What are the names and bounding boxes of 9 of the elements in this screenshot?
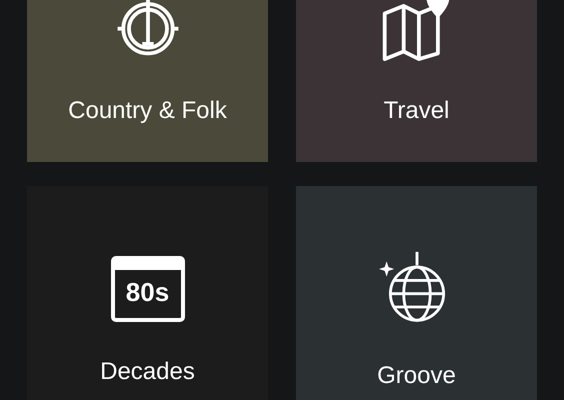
genre-label: Groove [377,362,456,390]
genre-tile[interactable]: Travel [296,0,537,162]
calendar-icon-text: 80s [126,276,170,309]
genre-tile[interactable]: Country & Folk [27,0,268,162]
genre-label: Decades [100,358,195,386]
genre-label: Country & Folk [68,97,227,125]
genre-label: Travel [384,97,450,125]
genre-tile[interactable]: Groove [296,186,537,400]
genre-tile[interactable]: 80s Decades [27,186,268,400]
